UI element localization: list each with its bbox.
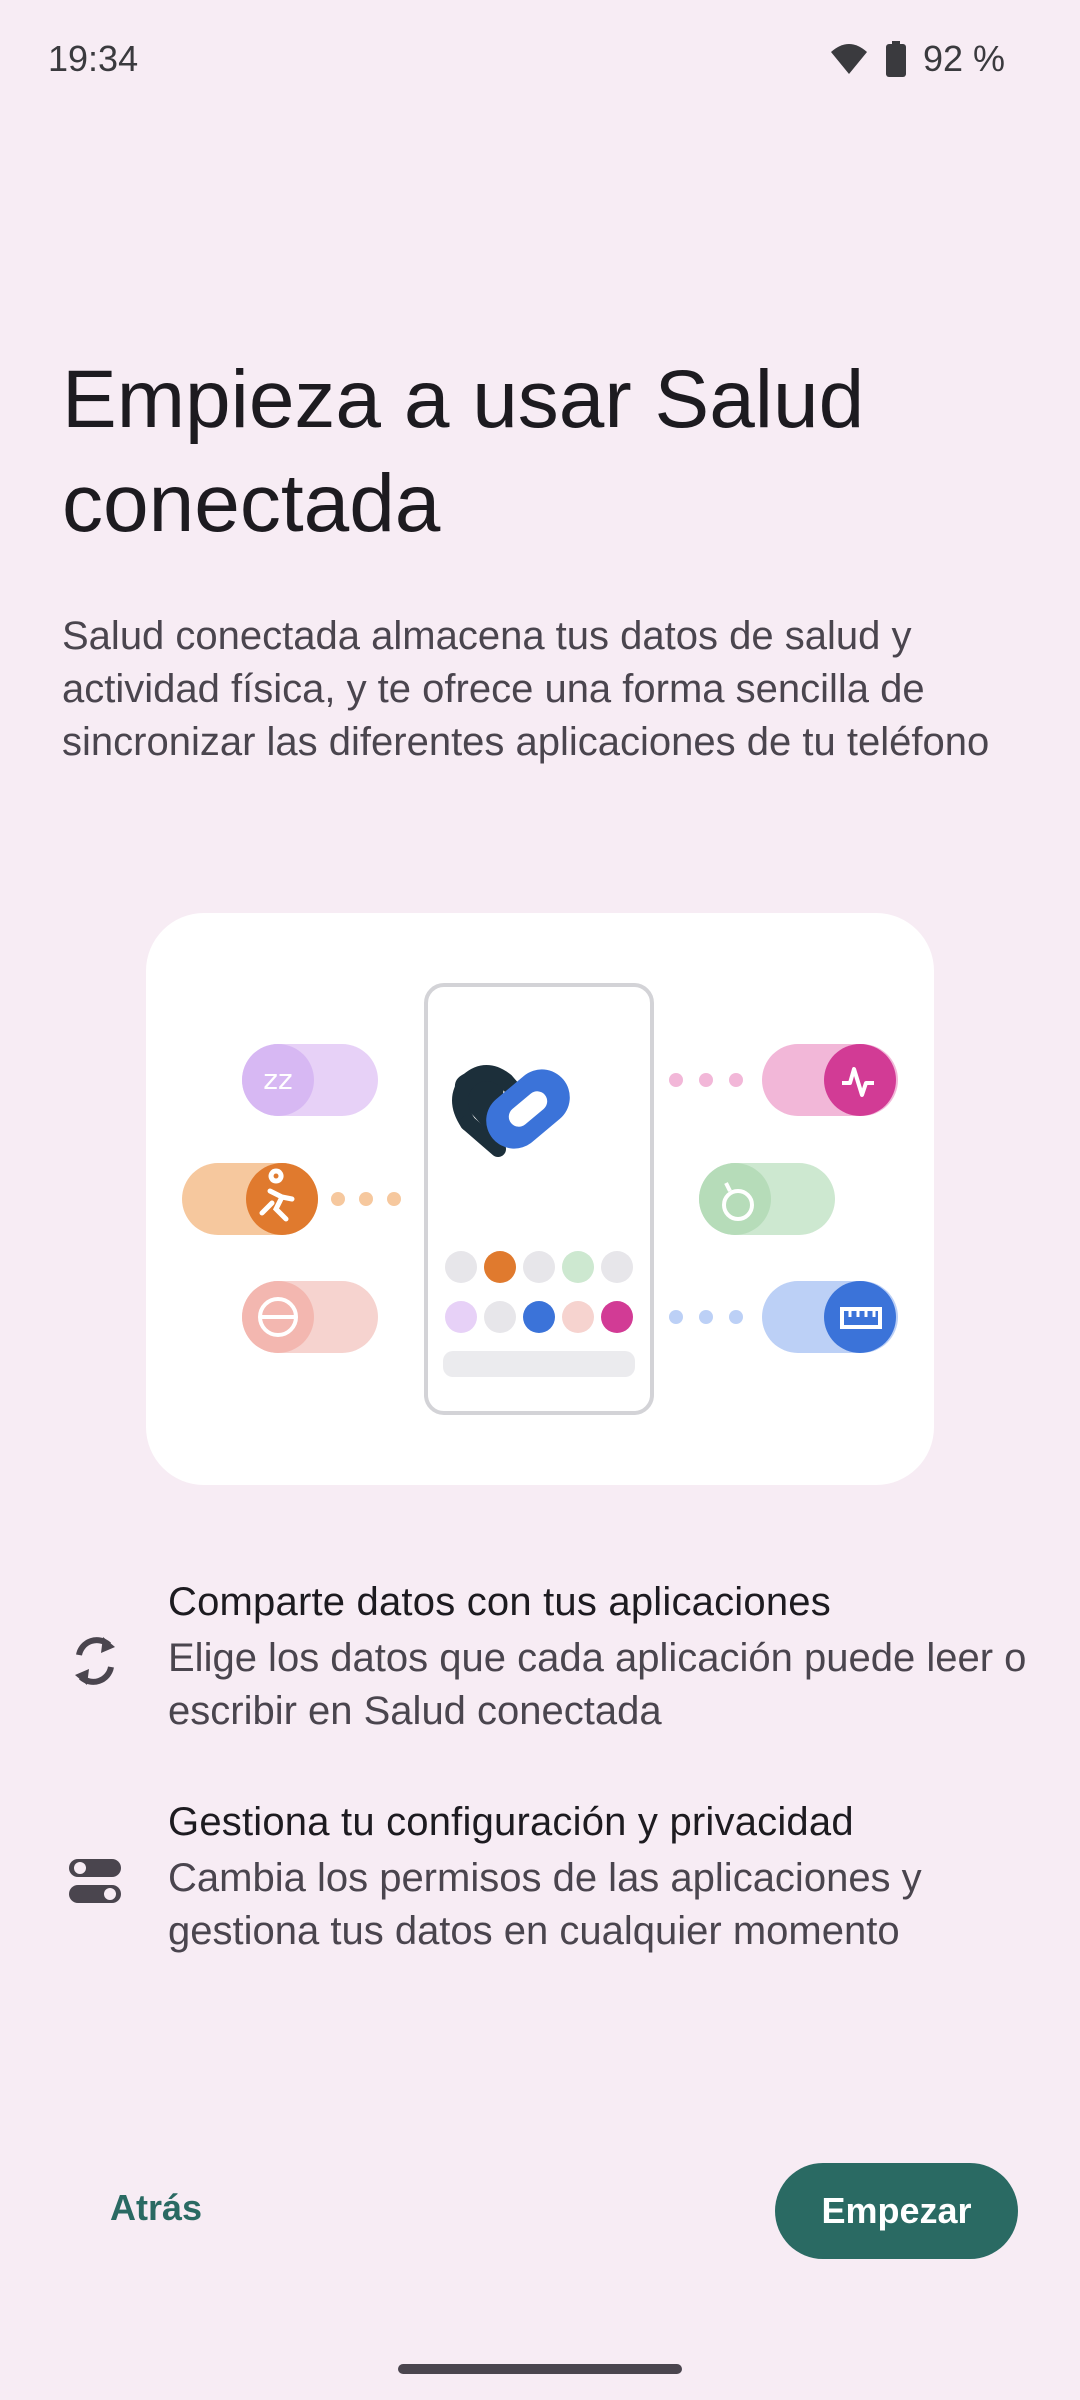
back-button[interactable]: Atrás [80,2170,232,2246]
heart-rate-icon [762,1044,898,1116]
sleep-icon: zz [242,1044,378,1116]
start-button[interactable]: Empezar [775,2163,1018,2259]
weight-icon [699,1163,835,1235]
page-title: Empieza a usar Salud conectada [62,354,865,549]
nutrition-icon [242,1281,378,1353]
measurement-icon [762,1281,898,1353]
settings-toggle-icon [62,1848,128,1914]
phone-outline [424,983,654,1415]
battery-icon [885,41,907,77]
status-icons: 92 % [829,38,1005,80]
feature-description: Elige los datos que cada aplicación pued… [168,1636,1027,1733]
gesture-nav-handle[interactable] [398,2364,682,2374]
illustration-graphic: zz [182,983,898,1415]
feature-title: Gestiona tu configuración y privacidad [168,1800,854,1844]
battery-percent: 92 % [922,38,1005,79]
svg-text:zz: zz [263,1063,292,1096]
page-subtitle: Salud conectada almacena tus datos de sa… [62,614,990,764]
sync-icon [62,1628,128,1694]
feature-description: Cambia los permisos de las aplicaciones … [168,1856,922,1953]
wifi-icon [829,42,869,76]
status-bar: 19:34 92 % [0,0,1080,120]
feature-title: Comparte datos con tus aplicaciones [168,1580,831,1624]
running-icon [182,1163,318,1235]
onboarding-illustration: zz [146,913,934,1485]
status-time: 19:34 [48,38,139,79]
